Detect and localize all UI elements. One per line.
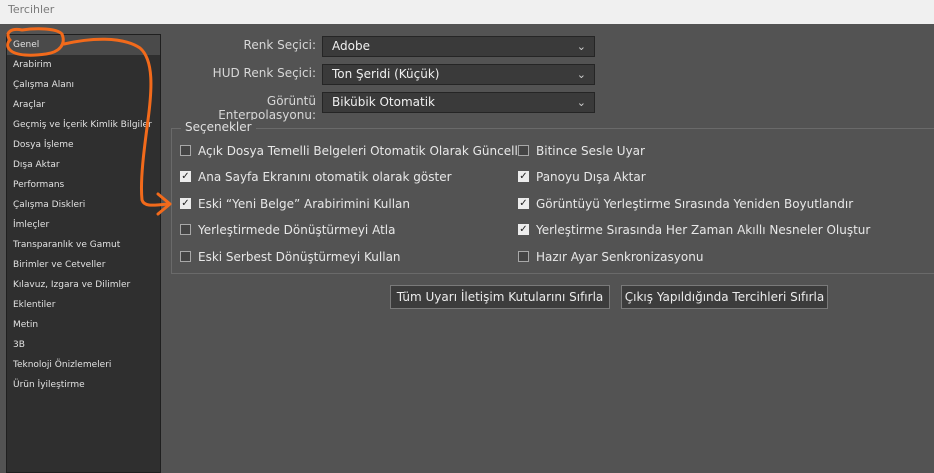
interpolation-value: Bikübik Otomatik	[332, 95, 435, 109]
sidebar-item-araclar[interactable]: Araçlar	[7, 95, 160, 115]
checkbox-label: Panoyu Dışa Aktar	[536, 170, 646, 184]
interpolation-select[interactable]: Bikübik Otomatik ⌄	[322, 92, 595, 113]
checkbox-preset-sync[interactable]: Hazır Ayar Senkronizasyonu	[518, 250, 703, 264]
checkbox-auto-update-docs[interactable]: Açık Dosya Temelli Belgeleri Otomatik Ol…	[180, 144, 525, 158]
checkbox-label: Eski “Yeni Belge” Arabirimini Kullan	[198, 197, 410, 211]
checkbox-resize-image-on-place[interactable]: ✓ Görüntüyü Yerleştirme Sırasında Yenide…	[518, 197, 853, 211]
sidebar-item-eklentiler[interactable]: Eklentiler	[7, 295, 160, 315]
chevron-down-icon: ⌄	[576, 96, 586, 109]
checkbox-label: Görüntüyü Yerleştirme Sırasında Yeniden …	[536, 197, 854, 211]
check-icon: ✓	[518, 171, 529, 182]
color-picker-label: Renk Seçici:	[243, 38, 316, 52]
check-icon: ✓	[180, 171, 191, 182]
sidebar-item-birimler[interactable]: Birimler ve Cetveller	[7, 255, 160, 275]
sidebar-item-calisma-alani[interactable]: Çalışma Alanı	[7, 75, 160, 95]
preferences-sidebar: Genel Arabirim Çalışma Alanı Araçlar Geç…	[6, 34, 161, 473]
sidebar-item-teknoloji[interactable]: Teknoloji Önizlemeleri	[7, 355, 160, 375]
hud-color-picker-select[interactable]: Ton Şeridi (Küçük) ⌄	[322, 64, 595, 85]
checkbox-label: Yerleştirmede Dönüştürmeyi Atla	[198, 223, 396, 237]
sidebar-item-arabirim[interactable]: Arabirim	[7, 55, 160, 75]
options-legend: Seçenekler	[181, 120, 256, 134]
sidebar-item-disa-aktar[interactable]: Dışa Aktar	[7, 155, 160, 175]
sidebar-item-gecmis[interactable]: Geçmiş ve İçerik Kimlik Bilgiler	[7, 115, 160, 135]
checkbox-export-clipboard[interactable]: ✓ Panoyu Dışa Aktar	[518, 170, 646, 184]
checkbox-box	[180, 251, 191, 262]
checkbox-always-smart-objects[interactable]: ✓ Yerleştirme Sırasında Her Zaman Akıllı…	[518, 223, 870, 237]
sidebar-item-genel[interactable]: Genel	[7, 35, 160, 55]
checkbox-skip-transform-on-place[interactable]: Yerleştirmede Dönüştürmeyi Atla	[180, 223, 395, 237]
sidebar-item-imlecler[interactable]: İmleçler	[7, 215, 160, 235]
chevron-down-icon: ⌄	[576, 40, 586, 53]
checkbox-legacy-free-transform[interactable]: Eski Serbest Dönüştürmeyi Kullan	[180, 250, 401, 264]
reset-prefs-on-quit-button[interactable]: Çıkış Yapıldığında Tercihleri Sıfırla	[621, 285, 828, 309]
sidebar-item-metin[interactable]: Metin	[7, 315, 160, 335]
check-icon: ✓	[518, 198, 529, 209]
check-icon: ✓	[180, 198, 191, 209]
checkbox-label: Yerleştirme Sırasında Her Zaman Akıllı N…	[536, 223, 871, 237]
checkbox-box	[180, 224, 191, 235]
checkbox-label: Açık Dosya Temelli Belgeleri Otomatik Ol…	[198, 144, 526, 158]
hud-color-picker-value: Ton Şeridi (Küçük)	[332, 67, 440, 81]
color-picker-select[interactable]: Adobe ⌄	[322, 36, 595, 57]
sidebar-item-calisma-diskleri[interactable]: Çalışma Diskleri	[7, 195, 160, 215]
color-picker-value: Adobe	[332, 39, 370, 53]
reset-warnings-button[interactable]: Tüm Uyarı İletişim Kutularını Sıfırla	[390, 285, 610, 309]
check-icon: ✓	[518, 224, 529, 235]
chevron-down-icon: ⌄	[576, 68, 586, 81]
checkbox-legacy-new-document[interactable]: ✓ Eski “Yeni Belge” Arabirimini Kullan	[180, 197, 410, 211]
checkbox-label: Eski Serbest Dönüştürmeyi Kullan	[198, 250, 401, 264]
checkbox-box	[518, 145, 529, 156]
hud-color-picker-label: HUD Renk Seçici:	[212, 66, 316, 80]
sidebar-item-kilavuz[interactable]: Kılavuz, Izgara ve Dilimler	[7, 275, 160, 295]
sidebar-item-3b[interactable]: 3B	[7, 335, 160, 355]
sidebar-item-dosya-isleme[interactable]: Dosya İşleme	[7, 135, 160, 155]
checkbox-label: Bitince Sesle Uyar	[536, 144, 645, 158]
sidebar-item-transparanlik[interactable]: Transparanlık ve Gamut	[7, 235, 160, 255]
checkbox-box	[180, 145, 191, 156]
window-title: Tercihler	[0, 0, 934, 24]
sidebar-item-performans[interactable]: Performans	[7, 175, 160, 195]
checkbox-show-home-screen[interactable]: ✓ Ana Sayfa Ekranını otomatik olarak gös…	[180, 170, 452, 184]
sidebar-item-urun-iyilestirme[interactable]: Ürün İyileştirme	[7, 375, 160, 395]
interpolation-label: Görüntü Enterpolasyonu:	[218, 94, 316, 122]
checkbox-beep-when-done[interactable]: Bitince Sesle Uyar	[518, 144, 645, 158]
checkbox-label: Hazır Ayar Senkronizasyonu	[536, 250, 704, 264]
checkbox-label: Ana Sayfa Ekranını otomatik olarak göste…	[198, 170, 452, 184]
checkbox-box	[518, 251, 529, 262]
